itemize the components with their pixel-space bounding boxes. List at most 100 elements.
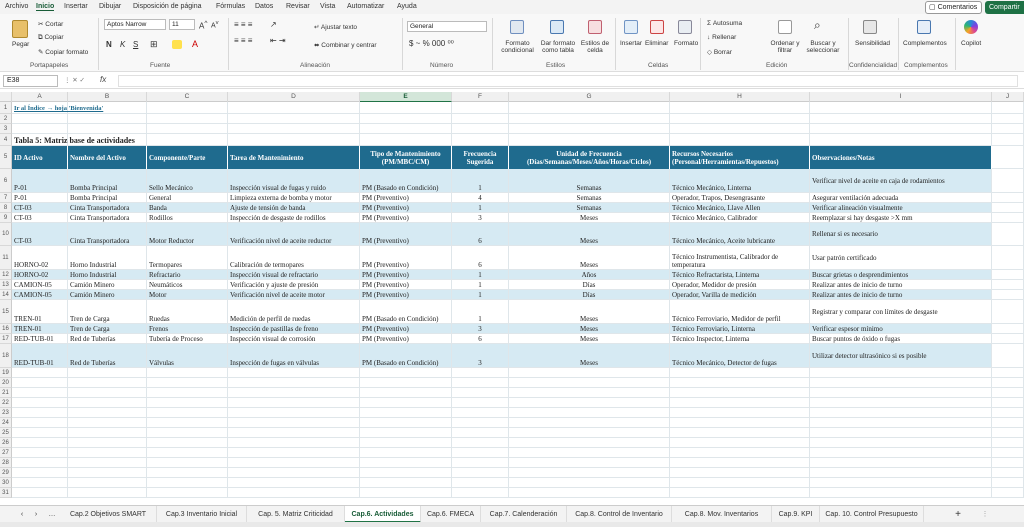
table-cell[interactable]: Bomba Principal [68, 193, 147, 203]
number-format-select[interactable]: General [407, 21, 487, 32]
copy-button[interactable]: ⧉ Copiar [38, 34, 64, 42]
cell[interactable] [509, 134, 670, 146]
cell[interactable] [810, 388, 992, 398]
cell[interactable] [810, 408, 992, 418]
cell[interactable] [452, 428, 509, 438]
table-cell[interactable]: Motor [147, 290, 228, 300]
table-cell[interactable]: General [147, 193, 228, 203]
sheet-tab[interactable]: Cap.2 Objetivos SMART [60, 506, 157, 523]
table-cell[interactable]: Inspección visual de refractario [228, 270, 360, 280]
cell[interactable] [509, 478, 670, 488]
table-cell[interactable]: Meses [509, 324, 670, 334]
table-cell[interactable]: Técnico Mecánico, Aceite lubricante [670, 223, 810, 246]
cell[interactable] [360, 448, 452, 458]
table-cell[interactable]: Neumáticos [147, 280, 228, 290]
cell[interactable] [992, 388, 1024, 398]
row-header[interactable]: 3 [0, 124, 12, 134]
copilot-label[interactable]: Copilot [961, 40, 981, 47]
cell[interactable] [147, 368, 228, 378]
table-cell[interactable]: Cinta Transportadora [68, 203, 147, 213]
cell[interactable] [670, 102, 810, 114]
cell[interactable] [992, 114, 1024, 124]
cell[interactable] [68, 114, 147, 124]
table-cell[interactable]: Calibración de termopares [228, 246, 360, 270]
cell[interactable] [670, 458, 810, 468]
menu-datos[interactable]: Datos [255, 3, 273, 10]
table-cell[interactable]: Camión Minero [68, 290, 147, 300]
cell[interactable] [509, 378, 670, 388]
cell[interactable] [147, 448, 228, 458]
table-cell[interactable]: Meses [509, 334, 670, 344]
cell[interactable] [147, 378, 228, 388]
table-cell[interactable]: 1 [452, 280, 509, 290]
cell[interactable] [228, 478, 360, 488]
cell[interactable] [228, 468, 360, 478]
table-cell[interactable]: Reemplazar si hay desgaste >X mm [810, 213, 992, 223]
cell[interactable] [670, 124, 810, 134]
table-cell[interactable]: PM (Preventivo) [360, 290, 452, 300]
cell[interactable] [810, 368, 992, 378]
cell[interactable] [509, 368, 670, 378]
cell[interactable] [228, 388, 360, 398]
cell[interactable] [452, 368, 509, 378]
table-cell[interactable]: Banda [147, 203, 228, 213]
wrap-text-button[interactable]: ↵ Ajustar texto [314, 23, 357, 31]
cell[interactable] [452, 388, 509, 398]
cell[interactable] [810, 458, 992, 468]
cell[interactable] [452, 124, 509, 134]
row-header[interactable]: 19 [0, 368, 12, 378]
cell[interactable] [670, 368, 810, 378]
table-cell[interactable]: Bomba Principal [68, 169, 147, 193]
cell[interactable] [228, 418, 360, 428]
cell[interactable] [360, 428, 452, 438]
cell[interactable] [228, 378, 360, 388]
cell[interactable] [670, 418, 810, 428]
cell[interactable] [810, 378, 992, 388]
cell[interactable] [992, 193, 1024, 203]
table-cell[interactable]: Horno Industrial [68, 246, 147, 270]
table-cell[interactable]: Meses [509, 223, 670, 246]
table-cell[interactable]: 3 [452, 213, 509, 223]
row-header[interactable]: 29 [0, 468, 12, 478]
cell[interactable] [360, 478, 452, 488]
cell[interactable] [12, 468, 68, 478]
table-cell[interactable]: Utilizar detector ultrasónico si es posi… [810, 344, 992, 368]
cell[interactable] [670, 408, 810, 418]
name-box[interactable]: E38 [3, 75, 58, 87]
cell[interactable] [12, 448, 68, 458]
row-header[interactable]: 17 [0, 334, 12, 344]
table-cell[interactable]: PM (Preventivo) [360, 193, 452, 203]
cell[interactable] [147, 388, 228, 398]
column-header-a[interactable]: A [12, 92, 68, 102]
format-table-label[interactable]: Dar formato como tabla [537, 40, 579, 54]
cell[interactable] [992, 246, 1024, 270]
table-cell[interactable]: Tren de Carga [68, 324, 147, 334]
table-cell[interactable]: 1 [452, 300, 509, 324]
cell[interactable] [360, 438, 452, 448]
align-top-icon[interactable]: ≡ ≡ ≡ [234, 20, 252, 29]
table-cell[interactable]: Semanas [509, 169, 670, 193]
row-header[interactable]: 6 [0, 169, 12, 193]
sheet-tab[interactable]: Cap.6. FMECA [421, 506, 481, 523]
table-cell[interactable]: TREN-01 [12, 324, 68, 334]
table-cell[interactable]: Verificación nivel de aceite motor [228, 290, 360, 300]
table-cell[interactable]: Rellenar si es necesario [810, 223, 992, 246]
cell[interactable] [147, 468, 228, 478]
table-cell[interactable]: Técnico Ferroviario, Medidor de perfil [670, 300, 810, 324]
cell[interactable] [147, 418, 228, 428]
table-cell[interactable]: Termopares [147, 246, 228, 270]
tab-more-icon[interactable]: … [46, 506, 58, 523]
menu-inicio[interactable]: Inicio [36, 3, 55, 11]
table-cell[interactable]: Horno Industrial [68, 270, 147, 280]
table-cell[interactable]: Buscar grietas o desprendimientos [810, 270, 992, 280]
cell[interactable] [452, 448, 509, 458]
cell[interactable] [68, 388, 147, 398]
cell[interactable] [452, 102, 509, 114]
cell[interactable] [509, 428, 670, 438]
table-cell[interactable]: Ruedas [147, 300, 228, 324]
table-cell[interactable]: CAMION-05 [12, 290, 68, 300]
cell[interactable] [992, 468, 1024, 478]
cell[interactable] [810, 398, 992, 408]
table-cell[interactable]: 1 [452, 290, 509, 300]
cell[interactable] [228, 398, 360, 408]
